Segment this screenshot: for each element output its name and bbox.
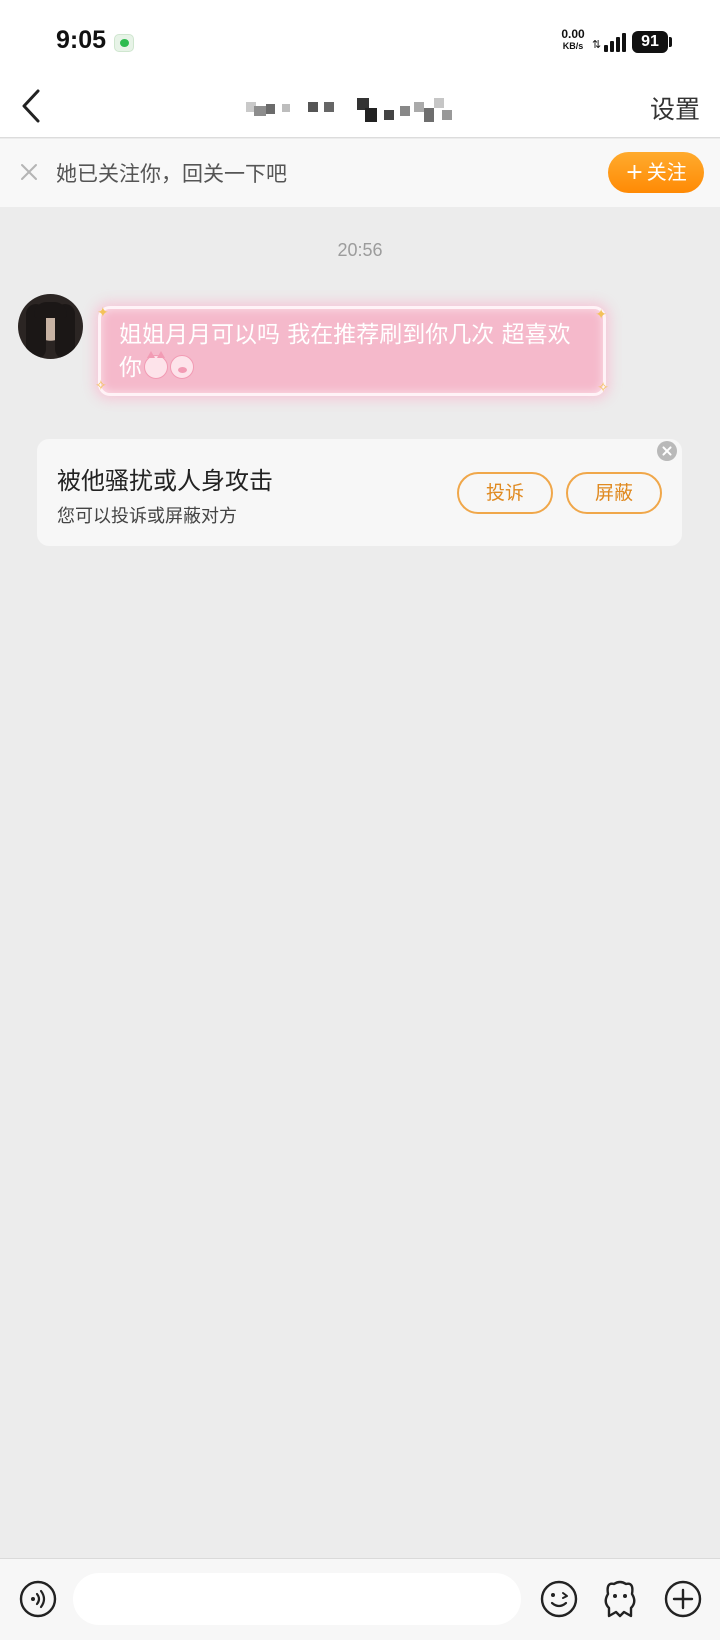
sparkle-icon: ✦ bbox=[595, 307, 607, 323]
back-button[interactable] bbox=[14, 82, 58, 132]
sparkle-icon: ✧ bbox=[95, 378, 107, 394]
block-button[interactable]: 屏蔽 bbox=[566, 472, 662, 514]
follow-banner-text: 她已关注你，回关一下吧 bbox=[56, 162, 287, 186]
more-button[interactable] bbox=[664, 1580, 702, 1618]
settings-button[interactable]: 设置 bbox=[650, 90, 700, 126]
network-speed: 0.00 KB/s bbox=[558, 28, 588, 52]
harassment-card-title: 被他骚扰或人身攻击 bbox=[57, 467, 273, 495]
harassment-card: 被他骚扰或人身攻击 您可以投诉或屏蔽对方 投诉 屏蔽 bbox=[37, 439, 682, 546]
sparkle-icon: ✧ bbox=[597, 380, 609, 396]
nav-bar: 设置 bbox=[0, 78, 720, 138]
message-bubble[interactable]: ✦ ✦ ✧ ✧ 姐姐月月可以吗 我在推荐刷到你几次 超喜欢你 bbox=[95, 305, 609, 396]
plus-icon bbox=[664, 1580, 702, 1618]
wechat-icon bbox=[114, 34, 134, 52]
signal-icon bbox=[604, 32, 628, 52]
avatar[interactable] bbox=[18, 294, 83, 359]
contact-name-redacted bbox=[246, 90, 476, 126]
voice-icon bbox=[19, 1580, 57, 1618]
pig-face-emoji-icon bbox=[170, 355, 194, 379]
card-close-icon[interactable] bbox=[657, 441, 677, 461]
report-button[interactable]: 投诉 bbox=[457, 472, 553, 514]
status-time: 9:05 bbox=[56, 26, 107, 54]
battery-icon: 91 bbox=[632, 31, 668, 53]
network-speed-value: 0.00 bbox=[561, 27, 585, 41]
network-speed-unit: KB/s bbox=[562, 41, 584, 51]
cat-face-emoji-icon bbox=[144, 351, 168, 379]
follow-button-label: 关注 bbox=[646, 160, 687, 184]
emoji-button[interactable] bbox=[540, 1580, 578, 1618]
sparkle-icon: ✦ bbox=[97, 305, 109, 321]
harassment-card-subtitle: 您可以投诉或屏蔽对方 bbox=[57, 506, 237, 527]
data-arrows-icon: ⇅ bbox=[592, 38, 602, 51]
follow-button[interactable]: + 关注 bbox=[608, 152, 704, 193]
voice-button[interactable] bbox=[19, 1580, 57, 1618]
chat-time-divider: 20:56 bbox=[337, 240, 383, 260]
battery-tip bbox=[669, 37, 672, 47]
follow-banner: 她已关注你，回关一下吧 + 关注 bbox=[0, 139, 720, 207]
plus-icon: + bbox=[625, 160, 644, 185]
message-input[interactable] bbox=[73, 1573, 521, 1625]
emoji-icon bbox=[540, 1580, 578, 1618]
close-icon[interactable] bbox=[16, 159, 42, 185]
input-bar bbox=[0, 1558, 720, 1640]
pet-icon bbox=[604, 1580, 636, 1618]
pet-button[interactable] bbox=[600, 1578, 640, 1620]
chevron-left-icon bbox=[22, 89, 40, 123]
status-bar: 9:05 0.00 KB/s ⇅ 91 bbox=[0, 0, 720, 78]
